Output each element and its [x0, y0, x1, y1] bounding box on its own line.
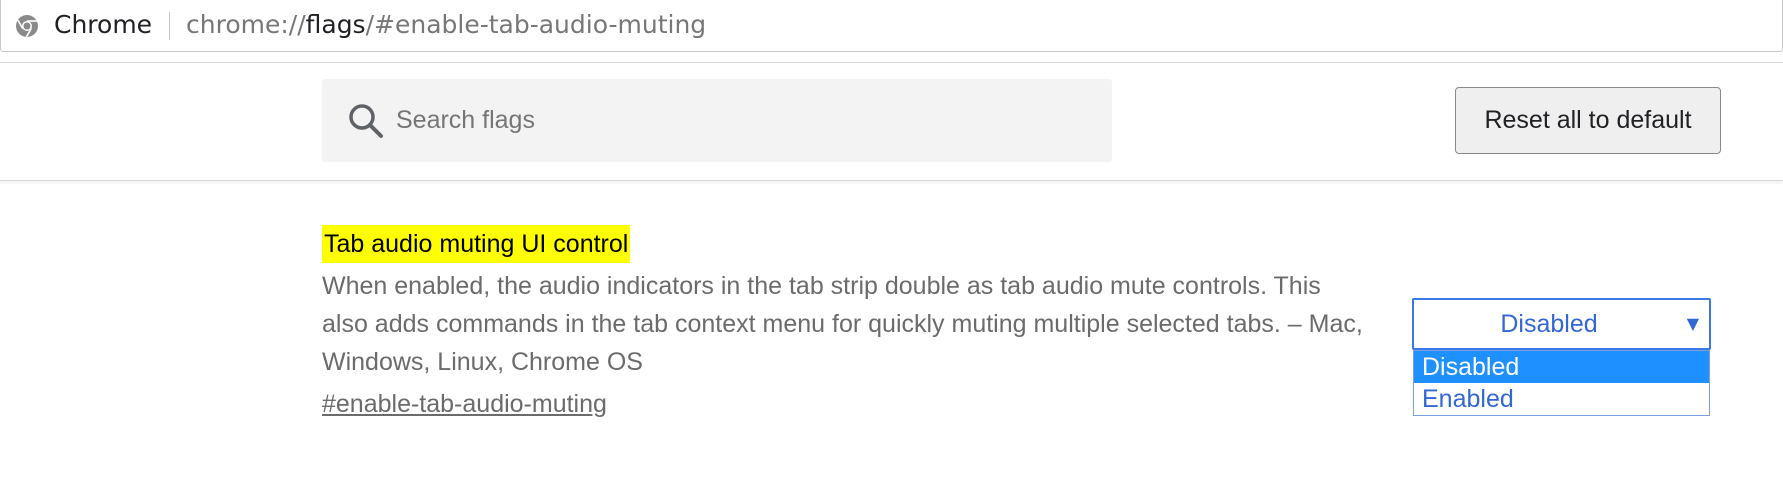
url-scheme: chrome://: [186, 10, 306, 39]
omnibox-url[interactable]: chrome://flags/#enable-tab-audio-muting: [186, 8, 706, 42]
flags-header: Reset all to default: [0, 63, 1783, 181]
search-input[interactable]: [394, 79, 1094, 162]
chrome-logo-icon: [16, 15, 38, 38]
reset-all-button[interactable]: Reset all to default: [1455, 87, 1721, 154]
select-options-list: Disabled Enabled: [1413, 350, 1710, 416]
url-host: flags: [305, 10, 366, 39]
flag-anchor-link[interactable]: #enable-tab-audio-muting: [322, 387, 607, 421]
select-current-value: Disabled: [1500, 310, 1598, 338]
url-path: /#enable-tab-audio-muting: [365, 10, 707, 39]
dropdown-arrow-icon: ▼: [1686, 314, 1699, 333]
search-icon: [349, 104, 383, 138]
search-box[interactable]: [322, 79, 1112, 162]
flag-title: Tab audio muting UI control: [322, 225, 631, 263]
flag-state-select[interactable]: Disabled ▼: [1412, 298, 1711, 350]
omnibox-chip-label: Chrome: [54, 10, 153, 39]
option-disabled[interactable]: Disabled: [1414, 351, 1709, 383]
option-enabled[interactable]: Enabled: [1414, 383, 1709, 415]
omnibox[interactable]: Chrome chrome://flags/#enable-tab-audio-…: [0, 0, 1783, 52]
flag-description: When enabled, the audio indicators in th…: [322, 272, 1363, 376]
omnibox-separator: [169, 12, 170, 40]
